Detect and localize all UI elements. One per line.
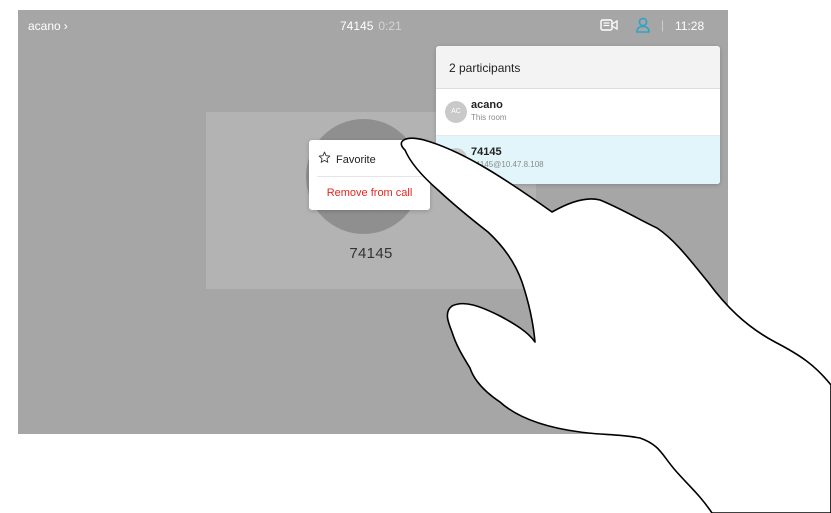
pointing-hand-illustration <box>400 137 831 513</box>
